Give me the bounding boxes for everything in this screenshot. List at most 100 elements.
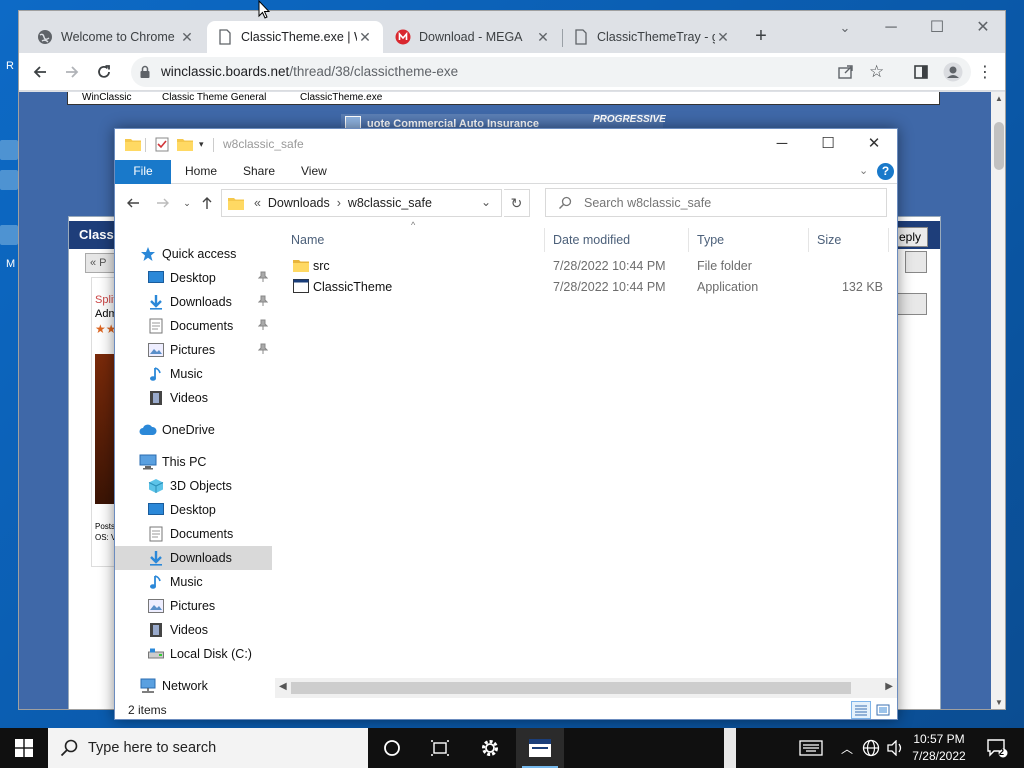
action-center-button[interactable]: 2 xyxy=(980,728,1014,768)
page-scrollbar[interactable]: ▲ ▼ xyxy=(991,92,1005,709)
close-icon[interactable]: ✕ xyxy=(357,29,373,46)
nav-local-disk[interactable]: Local Disk (C:) xyxy=(115,642,272,666)
hidden-scrollbar-fragment[interactable] xyxy=(724,728,736,768)
overflow-chevron-icon[interactable]: « xyxy=(254,196,261,210)
show-hidden-icons-chevron-icon[interactable]: ︿ xyxy=(838,728,856,768)
refresh-button[interactable]: ↻ xyxy=(504,189,530,217)
side-panel-button[interactable] xyxy=(909,60,933,84)
desktop-icon-label-fragment[interactable]: M xyxy=(6,258,15,270)
tab-classicthemetray[interactable]: ClassicThemeTray - g ✕ xyxy=(563,21,741,53)
nav-music[interactable]: Music xyxy=(115,362,272,386)
scroll-thumb[interactable] xyxy=(291,682,851,694)
close-window-button[interactable]: ✕ xyxy=(963,15,1003,43)
scroll-thumb[interactable] xyxy=(994,122,1004,170)
address-dropdown-icon[interactable]: ⌄ xyxy=(481,195,491,209)
desktop-icon-label-fragment[interactable]: R xyxy=(6,60,14,72)
pager-prev-button[interactable]: « P xyxy=(85,253,115,273)
cortana-button[interactable] xyxy=(368,728,416,768)
address-bar[interactable]: winclassic.boards.net/thread/38/classict… xyxy=(131,57,971,87)
nav-videos[interactable]: Videos xyxy=(115,386,272,410)
scroll-down-arrow[interactable]: ▼ xyxy=(995,698,1003,707)
start-button[interactable] xyxy=(0,728,48,768)
minimize-button[interactable]: ─ xyxy=(759,131,805,159)
large-icons-view-button[interactable] xyxy=(873,701,893,719)
pin-icon[interactable] xyxy=(257,295,269,310)
tool-icon[interactable] xyxy=(905,251,927,273)
pin-icon[interactable] xyxy=(257,271,269,286)
clock[interactable]: 10:57 PM 7/28/2022 xyxy=(906,731,972,765)
nav-pictures[interactable]: Pictures xyxy=(115,338,272,362)
breadcrumb-link[interactable]: WinClassic xyxy=(82,92,131,103)
forward-button[interactable] xyxy=(60,60,84,84)
up-button[interactable] xyxy=(199,196,215,212)
breadcrumb-link[interactable]: Classic Theme General xyxy=(162,92,266,103)
new-folder-icon[interactable] xyxy=(177,137,193,154)
share-icon[interactable] xyxy=(837,63,855,84)
column-header-date-modified[interactable]: Date modified xyxy=(545,228,689,252)
nav-pc-pictures[interactable]: Pictures xyxy=(115,594,272,618)
nav-pc-desktop[interactable]: Desktop xyxy=(115,498,272,522)
lock-icon[interactable] xyxy=(139,65,151,82)
nav-pc-music[interactable]: Music xyxy=(115,570,272,594)
close-icon[interactable]: ✕ xyxy=(535,29,551,46)
tab-search-chevron-icon[interactable]: ⌄ xyxy=(825,15,865,43)
tab-welcome[interactable]: Welcome to Chrome ✕ xyxy=(27,21,205,53)
nav-pc-downloads[interactable]: Downloads xyxy=(115,546,272,570)
close-icon[interactable]: ✕ xyxy=(179,29,195,46)
scroll-left-arrow[interactable]: ◀ xyxy=(279,681,287,692)
scroll-right-arrow[interactable]: ▶ xyxy=(885,681,893,692)
maximize-button[interactable]: ☐ xyxy=(805,131,851,159)
column-header-size[interactable]: Size xyxy=(809,228,889,252)
forward-button[interactable] xyxy=(155,196,171,212)
back-button[interactable] xyxy=(28,60,52,84)
qat-dropdown-icon[interactable]: ▾ xyxy=(199,139,204,150)
column-header-name[interactable]: Name xyxy=(283,228,545,252)
ribbon-tab-file[interactable]: File xyxy=(115,160,171,184)
ribbon-tab-home[interactable]: Home xyxy=(171,160,231,184)
file-row[interactable]: src 7/28/2022 10:44 PM File folder xyxy=(283,256,897,277)
properties-check-icon[interactable] xyxy=(155,137,169,155)
ribbon-tab-share[interactable]: Share xyxy=(229,160,289,184)
breadcrumb-downloads[interactable]: Downloads xyxy=(268,196,330,210)
profile-button[interactable] xyxy=(941,60,965,84)
recent-locations-chevron-icon[interactable]: ⌄ xyxy=(179,196,195,212)
pin-icon[interactable] xyxy=(257,319,269,334)
breadcrumb-current-folder[interactable]: w8classic_safe xyxy=(348,196,432,210)
tray-network-button[interactable] xyxy=(860,728,882,768)
address-bar[interactable]: « Downloads › w8classic_safe ⌄ xyxy=(221,189,502,217)
reload-button[interactable] xyxy=(92,60,116,84)
nav-pc-documents[interactable]: Documents xyxy=(115,522,272,546)
tray-keyboard-button[interactable] xyxy=(796,728,826,768)
ribbon-tab-view[interactable]: View xyxy=(287,160,341,184)
nav-desktop[interactable]: Desktop xyxy=(115,266,272,290)
search-box[interactable] xyxy=(545,188,887,217)
desktop-icon[interactable] xyxy=(0,170,18,190)
task-view-button[interactable] xyxy=(416,728,464,768)
tab-mega[interactable]: Download - MEGA ✕ xyxy=(385,21,561,53)
file-row[interactable]: ClassicTheme 7/28/2022 10:44 PM Applicat… xyxy=(283,277,897,298)
nav-3d-objects[interactable]: 3D Objects xyxy=(115,474,272,498)
nav-onedrive[interactable]: OneDrive xyxy=(115,418,272,442)
column-header-type[interactable]: Type xyxy=(689,228,809,252)
menu-kebab-icon[interactable]: ⋮ xyxy=(973,60,997,84)
maximize-button[interactable]: ☐ xyxy=(917,15,957,43)
nav-pc-videos[interactable]: Videos xyxy=(115,618,272,642)
nav-network[interactable]: Network xyxy=(115,674,272,698)
expand-ribbon-chevron-icon[interactable]: ⌄ xyxy=(859,164,868,177)
breadcrumb-separator-icon[interactable]: › xyxy=(333,196,344,210)
nav-this-pc[interactable]: This PC xyxy=(115,450,272,474)
bookmark-star-icon[interactable]: ☆ xyxy=(869,62,884,82)
scroll-up-arrow[interactable]: ▲ xyxy=(995,94,1003,103)
search-input[interactable] xyxy=(584,193,874,213)
tab-classictheme[interactable]: ClassicTheme.exe | W ✕ xyxy=(207,21,383,53)
close-icon[interactable]: ✕ xyxy=(715,29,731,46)
desktop-icon[interactable] xyxy=(0,140,18,160)
nav-quick-access[interactable]: Quick access xyxy=(115,242,272,266)
help-icon[interactable]: ? xyxy=(877,163,894,180)
pin-icon[interactable] xyxy=(257,343,269,358)
options-dropdown-button[interactable] xyxy=(897,293,927,315)
classictheme-taskbar-button[interactable] xyxy=(516,728,564,768)
desktop-icon[interactable] xyxy=(0,225,18,245)
close-window-button[interactable]: ✕ xyxy=(851,131,897,159)
settings-button[interactable] xyxy=(466,728,514,768)
